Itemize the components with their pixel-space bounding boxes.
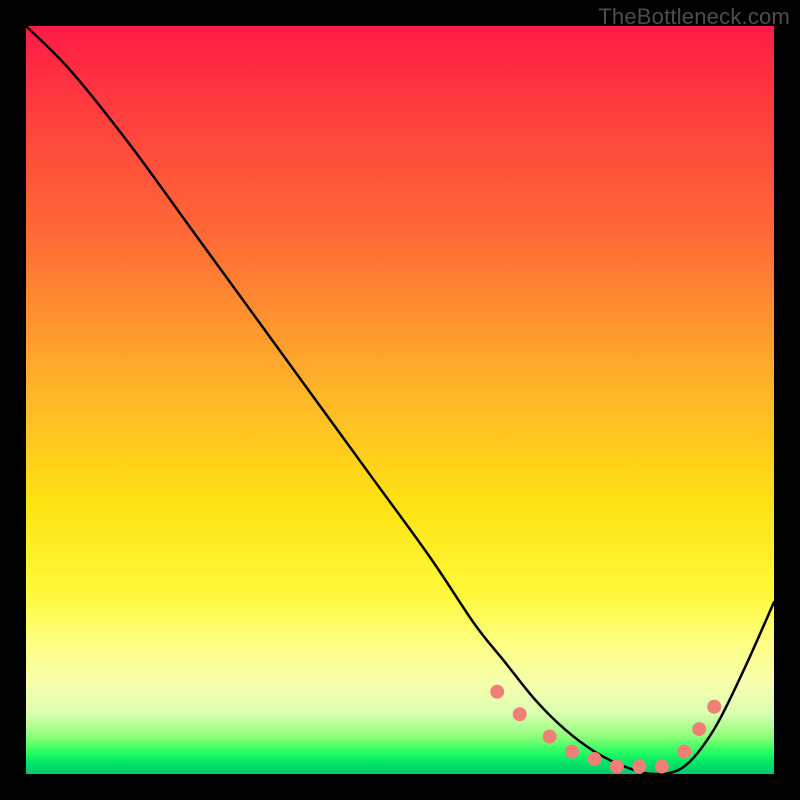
highlight-dot [707,700,721,714]
highlight-dots-group [490,685,721,774]
bottleneck-curve [26,26,774,774]
highlight-dot [490,685,504,699]
watermark-text: TheBottleneck.com [598,4,790,30]
highlight-dot [513,707,527,721]
highlight-dot [632,760,646,774]
chart-frame: TheBottleneck.com [0,0,800,800]
highlight-dot [588,752,602,766]
highlight-dot [692,722,706,736]
highlight-dot [610,760,624,774]
highlight-dot [677,745,691,759]
highlight-dot [655,760,669,774]
highlight-dot [543,730,557,744]
highlight-dot [565,745,579,759]
chart-plot-area [26,26,774,774]
chart-svg [26,26,774,774]
